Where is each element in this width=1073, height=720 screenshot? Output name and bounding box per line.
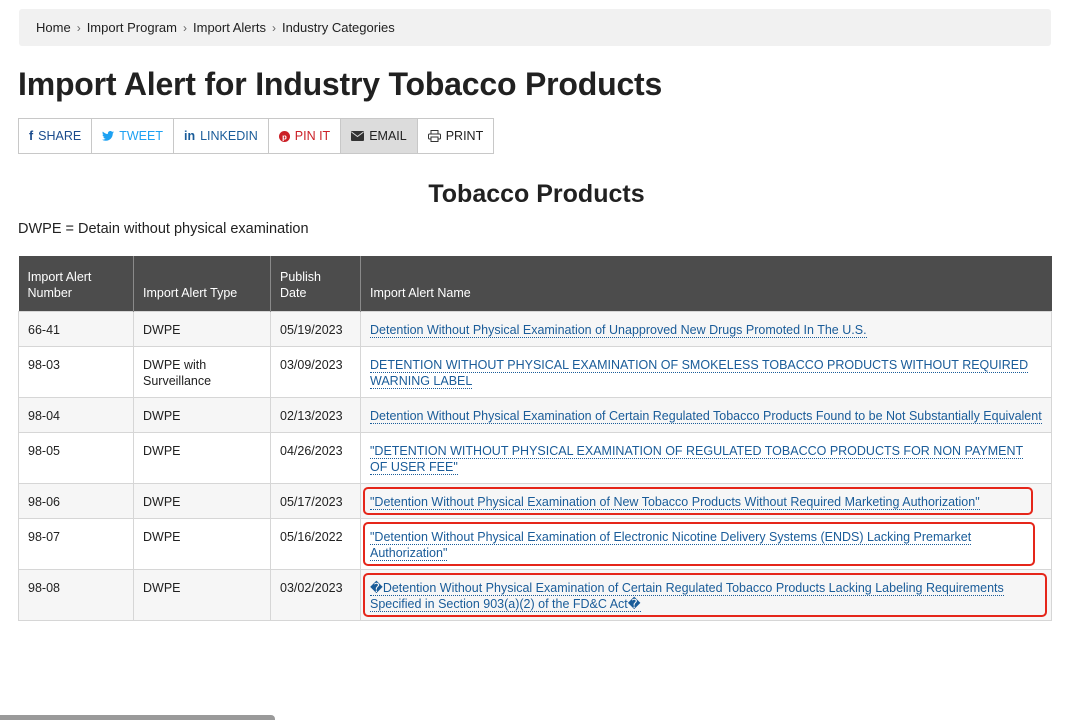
twitter-icon <box>102 131 115 141</box>
facebook-share-label: SHARE <box>38 129 82 143</box>
share-toolbar: f SHARE TWEET in LINKEDIN p PIN IT EMAIL… <box>18 118 495 154</box>
alert-name-link[interactable]: "DETENTION WITHOUT PHYSICAL EXAMINATION … <box>370 443 1024 475</box>
email-share-button[interactable]: EMAIL <box>341 119 418 153</box>
horizontal-scrollbar[interactable] <box>0 715 275 720</box>
column-header-number-line1: Import Alert <box>27 269 92 284</box>
alert-number-cell: 98-05 <box>18 431 134 484</box>
column-header-date-line2: Date <box>280 285 307 300</box>
alert-number-cell: 98-07 <box>18 517 134 570</box>
print-label: PRINT <box>445 129 484 143</box>
alert-number-cell: 98-04 <box>18 396 134 433</box>
linkedin-icon: in <box>184 129 196 143</box>
alert-type-cell: DWPE <box>133 396 271 433</box>
alert-name-cell: DETENTION WITHOUT PHYSICAL EXAMINATION O… <box>360 345 1052 398</box>
column-header-date-line1: Publish <box>280 269 321 284</box>
pinterest-pin-button[interactable]: p PIN IT <box>269 119 342 153</box>
table-row: 98-05 DWPE 04/26/2023 "DETENTION WITHOUT PH… <box>18 431 1052 484</box>
publish-date-cell: 05/16/2022 <box>270 517 361 570</box>
breadcrumb-import-program[interactable]: Import Program <box>87 20 177 35</box>
publish-date-cell: 03/09/2023 <box>270 345 361 398</box>
twitter-tweet-button[interactable]: TWEET <box>92 119 174 153</box>
column-header-type[interactable]: Import Alert Type <box>133 256 271 311</box>
section-heading: Tobacco Products <box>428 180 645 208</box>
alert-type-cell: DWPE <box>133 431 271 484</box>
chevron-right-icon: › <box>271 20 276 35</box>
alert-type-cell: DWPE <box>133 482 271 519</box>
alert-name-cell: "Detention Without Physical Examination … <box>360 482 1052 519</box>
alert-type-cell: DWPE with Surveillance <box>133 345 271 398</box>
breadcrumb-home[interactable]: Home <box>36 20 71 35</box>
alert-type-cell: DWPE <box>133 517 271 570</box>
breadcrumb-import-alerts[interactable]: Import Alerts <box>193 20 266 35</box>
alert-name-cell: "DETENTION WITHOUT PHYSICAL EXAMINATION … <box>360 431 1052 484</box>
twitter-tweet-label: TWEET <box>119 129 163 143</box>
alert-name-link[interactable]: Detention Without Physical Examination o… <box>370 408 1042 424</box>
column-header-number[interactable]: Import Alert Number <box>18 256 134 311</box>
publish-date-cell: 04/26/2023 <box>270 431 361 484</box>
dwpe-definition-note: DWPE = Detain without physical examinati… <box>18 221 309 237</box>
alert-name-link[interactable]: �Detention Without Physical Examination … <box>370 580 1004 612</box>
import-alerts-table: Import Alert Number Import Alert Type Pu… <box>18 256 1052 621</box>
alert-name-link[interactable]: "Detention Without Physical Examination … <box>370 529 972 561</box>
alert-number-cell: 66-41 <box>18 310 134 347</box>
linkedin-share-label: LINKEDIN <box>200 129 258 143</box>
print-button[interactable]: PRINT <box>418 119 494 153</box>
alert-name-cell: Detention Without Physical Examination o… <box>360 396 1052 433</box>
publish-date-cell: 05/19/2023 <box>270 310 361 347</box>
alert-number-cell: 98-03 <box>18 345 134 398</box>
svg-text:p: p <box>282 132 287 141</box>
table-row: 98-07 DWPE 05/16/2022 "Detention Without Ph… <box>18 517 1052 570</box>
alert-name-link[interactable]: DETENTION WITHOUT PHYSICAL EXAMINATION O… <box>370 357 1029 389</box>
page-title: Import Alert for Industry Tobacco Produc… <box>18 66 663 102</box>
table-row: 66-41 DWPE 05/19/2023 Detention Without Phy… <box>18 310 1052 347</box>
pinterest-icon: p <box>278 130 290 142</box>
facebook-share-button[interactable]: f SHARE <box>19 119 93 153</box>
breadcrumb: Home › Import Program › Import Alerts › … <box>19 9 1051 46</box>
publish-date-cell: 02/13/2023 <box>270 396 361 433</box>
linkedin-share-button[interactable]: in LINKEDIN <box>174 119 269 153</box>
alert-number-cell: 98-08 <box>18 568 134 621</box>
table-row: 98-08 DWPE 03/02/2023 �Detention Without Ph… <box>18 568 1052 621</box>
alert-name-link[interactable]: "Detention Without Physical Examination … <box>370 494 980 510</box>
column-header-number-line2: Number <box>27 285 72 300</box>
publish-date-cell: 05/17/2023 <box>270 482 361 519</box>
chevron-right-icon: › <box>76 20 81 35</box>
table-row: 98-04 DWPE 02/13/2023 Detention Without Phy… <box>18 396 1052 433</box>
email-share-label: EMAIL <box>369 129 407 143</box>
table-header-row: Import Alert Number Import Alert Type Pu… <box>18 256 1052 311</box>
chevron-right-icon: › <box>183 20 187 35</box>
alert-type-cell: DWPE <box>133 568 271 621</box>
publish-date-cell: 03/02/2023 <box>270 568 361 621</box>
alert-name-link[interactable]: Detention Without Physical Examination o… <box>370 322 867 338</box>
table-row: 98-06 DWPE 05/17/2023 "Detention Without Ph… <box>18 482 1052 519</box>
facebook-icon: f <box>29 129 34 143</box>
breadcrumb-industry-categories[interactable]: Industry Categories <box>282 20 395 35</box>
envelope-icon <box>351 131 365 141</box>
alert-name-cell: �Detention Without Physical Examination … <box>360 568 1052 621</box>
alert-name-cell: "Detention Without Physical Examination … <box>360 517 1052 570</box>
column-header-name[interactable]: Import Alert Name <box>360 256 1052 311</box>
alert-type-cell: DWPE <box>133 310 271 347</box>
pinterest-pin-label: PIN IT <box>294 129 331 143</box>
column-header-date[interactable]: Publish Date <box>270 256 361 311</box>
table-row: 98-03 DWPE with Surveillance 03/09/2023 DET… <box>18 345 1052 398</box>
alert-name-cell: Detention Without Physical Examination o… <box>360 310 1052 347</box>
print-icon <box>427 130 441 142</box>
alert-number-cell: 98-06 <box>18 482 134 519</box>
